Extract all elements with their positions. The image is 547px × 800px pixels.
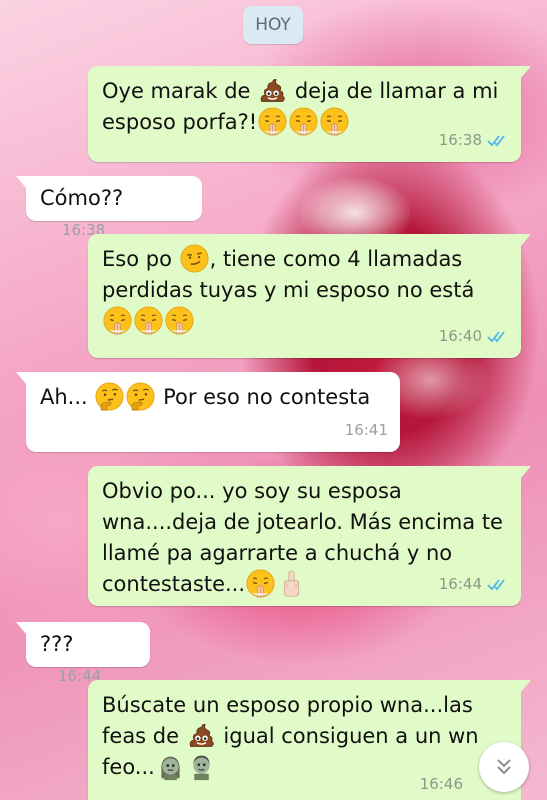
message-bubble-outgoing[interactable]: Eso po , tiene como 4 llamadas perdidas … — [88, 234, 531, 358]
message-time: 16:41 — [344, 421, 388, 439]
message-bubble-incoming[interactable]: Ah... Por eso no contesta 16:41 — [16, 372, 400, 452]
poop-emoji-icon — [187, 721, 216, 750]
zombie-man-emoji-icon — [187, 752, 216, 781]
message-bubble-incoming[interactable]: ??? 16:44 — [16, 622, 150, 685]
message-time: 16:44 — [438, 575, 482, 593]
message-meta: 16:40 — [439, 321, 509, 352]
double-check-icon — [487, 134, 505, 146]
thinking-emoji-icon — [95, 382, 124, 411]
message-time: 16:40 — [438, 327, 482, 345]
date-chip: HOY — [243, 6, 303, 44]
zombie-woman-emoji-icon — [156, 752, 185, 781]
message-bubble-incoming[interactable]: Cómo?? 16:38 — [16, 176, 202, 239]
message-meta: 16:41 — [345, 415, 388, 446]
pray-emoji-icon — [320, 107, 349, 136]
double-chevron-down-icon — [497, 759, 511, 775]
message-meta: 16:38 — [439, 125, 509, 156]
message-meta: 16:44 — [439, 569, 509, 600]
pray-emoji-icon — [289, 107, 318, 136]
double-check-icon — [487, 578, 505, 590]
scroll-to-bottom-button[interactable] — [479, 742, 529, 792]
message-text: Ah... Por eso no contesta — [40, 382, 386, 413]
pray-emoji-icon — [103, 306, 132, 335]
pray-emoji-icon — [258, 107, 287, 136]
message-meta: 16:46 — [420, 769, 463, 800]
message-bubble-outgoing[interactable]: Búscate un esposo propio wna...las feas … — [88, 680, 531, 800]
middle-finger-emoji-icon — [277, 569, 306, 598]
poop-emoji-icon — [258, 76, 287, 105]
pray-emoji-icon — [134, 306, 163, 335]
message-text: Cómo?? — [40, 186, 124, 210]
message-time: 16:46 — [419, 775, 463, 793]
message-bubble-outgoing[interactable]: Oye marak de deja de llamar a mi esposo … — [88, 66, 531, 162]
message-bubble-outgoing[interactable]: Obvio po... yo soy su esposa wna....deja… — [88, 466, 531, 606]
smirk-emoji-icon — [180, 244, 209, 273]
message-text: ??? — [40, 632, 74, 656]
pray-emoji-icon — [165, 306, 194, 335]
thinking-emoji-icon — [126, 382, 155, 411]
pray-emoji-icon — [246, 569, 275, 598]
double-check-icon — [487, 330, 505, 342]
message-time: 16:38 — [438, 131, 482, 149]
